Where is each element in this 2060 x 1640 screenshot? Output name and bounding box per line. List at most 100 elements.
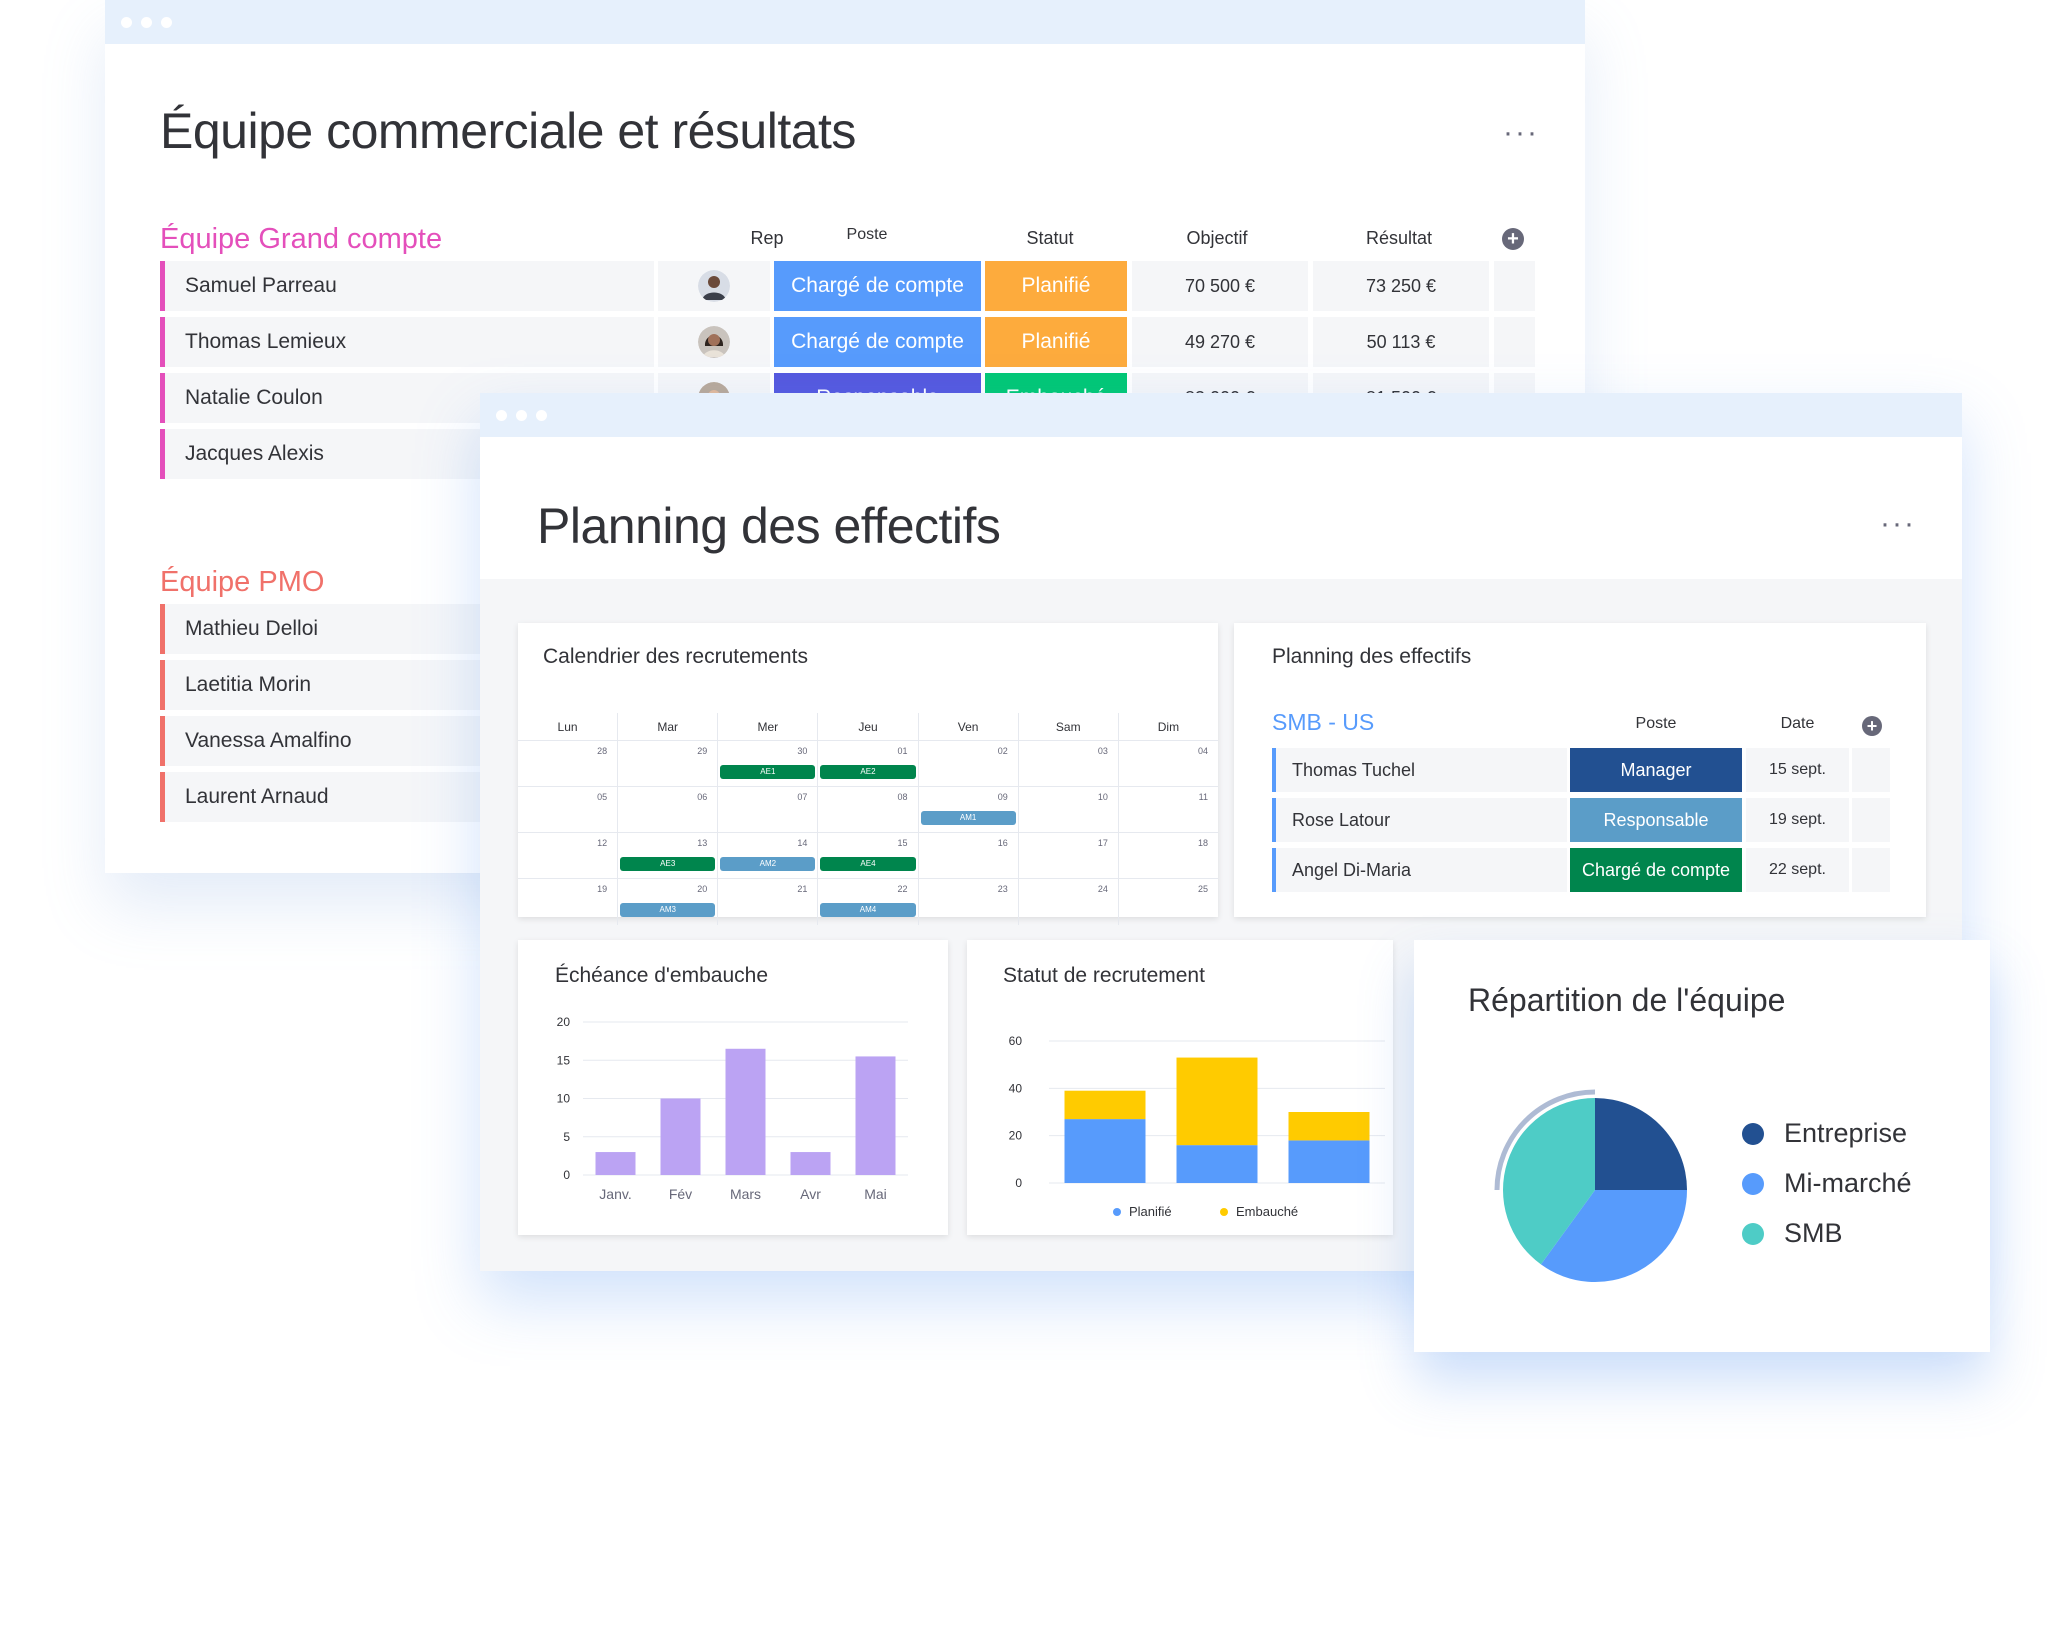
calendar-day[interactable]: 01 AE2 bbox=[817, 741, 917, 786]
poste-pill[interactable]: Chargé de compte bbox=[1570, 848, 1742, 892]
row-name[interactable]: Angel Di-Maria bbox=[1272, 848, 1567, 892]
calendar-event[interactable]: AE2 bbox=[820, 765, 916, 779]
table-row[interactable]: Thomas Lemieux Chargé de compte Planifié… bbox=[160, 317, 1535, 367]
rep-cell[interactable] bbox=[658, 317, 770, 367]
objectif-cell[interactable]: 70 500 € bbox=[1132, 261, 1308, 311]
legend-swatch bbox=[1220, 1208, 1228, 1216]
calendar-event[interactable]: AM4 bbox=[820, 903, 916, 917]
calendar-date: 11 bbox=[1198, 792, 1208, 802]
calendar-day[interactable]: 22 AM4 bbox=[817, 879, 917, 925]
more-menu-icon[interactable]: ··· bbox=[1880, 509, 1916, 539]
resultat-cell[interactable]: 50 113 € bbox=[1313, 317, 1489, 367]
poste-pill[interactable]: Responsable bbox=[1570, 798, 1742, 842]
add-column-icon[interactable]: + bbox=[1502, 228, 1524, 250]
statut-pill[interactable]: Planifié bbox=[985, 261, 1127, 311]
resultat-cell[interactable]: 73 250 € bbox=[1313, 261, 1489, 311]
calendar-weekdays: Lun Mar Mer Jeu Ven Sam Dim bbox=[518, 713, 1218, 741]
group-title-grand-compte[interactable]: Équipe Grand compte bbox=[160, 223, 442, 256]
calendar-day[interactable]: 15 AE4 bbox=[817, 833, 917, 878]
calendar-event[interactable]: AM3 bbox=[620, 903, 716, 917]
calendar-day[interactable]: 18 bbox=[1117, 833, 1218, 878]
calendar-day[interactable]: 06 bbox=[617, 787, 717, 832]
row-name[interactable]: Samuel Parreau bbox=[160, 261, 654, 311]
calendar-day[interactable]: 17 bbox=[1017, 833, 1118, 878]
calendar-date: 23 bbox=[997, 884, 1008, 894]
calendar-week: 12 13 AE3 14 AM2 15 AE4 16 17 18 bbox=[518, 833, 1218, 879]
x-tick-label: Avr bbox=[800, 1186, 821, 1202]
stacked-bar-chart: 0 20 40 60 Planifié Embauché bbox=[1009, 1034, 1385, 1219]
table-row[interactable]: Samuel Parreau Chargé de compte Planifié… bbox=[160, 261, 1535, 311]
calendar-widget[interactable]: Calendrier des recrutements Lun Mar Mer … bbox=[518, 623, 1218, 925]
window-dot bbox=[161, 16, 172, 28]
date-cell[interactable]: 19 sept. bbox=[1746, 798, 1849, 842]
row-name[interactable]: Thomas Lemieux bbox=[160, 317, 654, 367]
calendar-day[interactable]: 19 bbox=[518, 879, 617, 925]
column-header-poste[interactable]: Poste bbox=[1570, 715, 1742, 733]
table-row[interactable]: Thomas Tuchel Manager 15 sept. bbox=[1272, 748, 1892, 792]
calendar-event[interactable]: AM1 bbox=[920, 811, 1016, 825]
table-row[interactable]: Rose Latour Responsable 19 sept. bbox=[1272, 798, 1892, 842]
calendar-date: 02 bbox=[997, 746, 1008, 756]
poste-pill[interactable]: Manager bbox=[1570, 748, 1742, 792]
calendar-day[interactable]: 04 bbox=[1117, 741, 1218, 786]
calendar-day[interactable]: 10 bbox=[1017, 787, 1118, 832]
calendar-event[interactable]: AE3 bbox=[620, 857, 716, 871]
bar bbox=[790, 1152, 831, 1175]
date-cell[interactable]: 22 sept. bbox=[1746, 848, 1849, 892]
column-header-date[interactable]: Date bbox=[1746, 715, 1849, 733]
bar-segment bbox=[1176, 1057, 1258, 1146]
hiring-deadline-chart-widget[interactable]: Échéance d'embauche 0 5 10 15 20 Janv. Fév Mars… bbox=[518, 940, 948, 1235]
group-title-smb-us[interactable]: SMB - US bbox=[1272, 709, 1374, 736]
calendar-day[interactable]: 21 bbox=[717, 879, 817, 925]
y-tick-label: 0 bbox=[1015, 1176, 1022, 1190]
poste-pill[interactable]: Chargé de compte bbox=[774, 317, 981, 367]
column-header-resultat[interactable]: Résultat bbox=[1312, 228, 1486, 249]
column-header-objectif[interactable]: Objectif bbox=[1130, 228, 1304, 249]
calendar-day[interactable]: 08 bbox=[817, 787, 917, 832]
table-row[interactable]: Angel Di-Maria Chargé de compte 22 sept. bbox=[1272, 848, 1892, 892]
poste-pill[interactable]: Chargé de compte bbox=[774, 261, 981, 311]
group-title-pmo[interactable]: Équipe PMO bbox=[160, 566, 324, 599]
calendar-event[interactable]: AE4 bbox=[820, 857, 916, 871]
calendar-day[interactable]: 13 AE3 bbox=[617, 833, 717, 878]
calendar-event[interactable]: AM2 bbox=[720, 857, 816, 871]
calendar-day[interactable]: 09 AM1 bbox=[917, 787, 1018, 832]
calendar-day[interactable]: 02 bbox=[917, 741, 1018, 786]
row-name[interactable]: Rose Latour bbox=[1272, 798, 1567, 842]
calendar-day[interactable]: 12 bbox=[518, 833, 617, 878]
weekday-label: Jeu bbox=[817, 713, 917, 740]
calendar-day[interactable]: 25 bbox=[1117, 879, 1218, 925]
bar-chart: 0 5 10 15 20 Janv. Fév Mars Avr Mai bbox=[557, 1015, 908, 1202]
calendar-date: 24 bbox=[1097, 884, 1108, 894]
row-name[interactable]: Thomas Tuchel bbox=[1272, 748, 1567, 792]
y-tick-label: 20 bbox=[557, 1015, 571, 1029]
calendar-day[interactable]: 20 AM3 bbox=[617, 879, 717, 925]
date-cell[interactable]: 15 sept. bbox=[1746, 748, 1849, 792]
calendar-day[interactable]: 30 AE1 bbox=[717, 741, 817, 786]
legend-item: SMB bbox=[1742, 1218, 1843, 1249]
calendar-week: 28 29 30 AE1 01 AE2 02 03 04 bbox=[518, 741, 1218, 787]
calendar-day[interactable]: 23 bbox=[917, 879, 1018, 925]
column-header-statut[interactable]: Statut bbox=[978, 228, 1122, 249]
planning-widget[interactable]: Planning des effectifs SMB - US Poste Da… bbox=[1234, 623, 1926, 917]
calendar-day[interactable]: 16 bbox=[917, 833, 1018, 878]
calendar-day[interactable]: 05 bbox=[518, 787, 617, 832]
recruitment-status-chart-widget[interactable]: Statut de recrutement 0 20 40 60 Planifié Emb… bbox=[967, 940, 1393, 1235]
column-header-poste[interactable]: Poste bbox=[767, 226, 967, 244]
calendar-day[interactable]: 03 bbox=[1017, 741, 1118, 786]
calendar-event[interactable]: AE1 bbox=[720, 765, 816, 779]
rep-cell[interactable] bbox=[658, 261, 770, 311]
bar bbox=[660, 1098, 701, 1175]
add-column-icon[interactable]: + bbox=[1862, 716, 1882, 736]
statut-pill[interactable]: Planifié bbox=[985, 317, 1127, 367]
legend-swatch bbox=[1742, 1172, 1764, 1195]
more-menu-icon[interactable]: ··· bbox=[1503, 118, 1539, 148]
calendar-day[interactable]: 11 bbox=[1117, 787, 1218, 832]
calendar-day[interactable]: 28 bbox=[518, 741, 617, 786]
calendar-day[interactable]: 07 bbox=[717, 787, 817, 832]
calendar-day[interactable]: 29 bbox=[617, 741, 717, 786]
objectif-cell[interactable]: 49 270 € bbox=[1132, 317, 1308, 367]
calendar-day[interactable]: 24 bbox=[1017, 879, 1118, 925]
calendar-day[interactable]: 14 AM2 bbox=[717, 833, 817, 878]
team-distribution-widget[interactable]: Répartition de l'équipe Entreprise Mi-ma… bbox=[1414, 940, 1990, 1352]
